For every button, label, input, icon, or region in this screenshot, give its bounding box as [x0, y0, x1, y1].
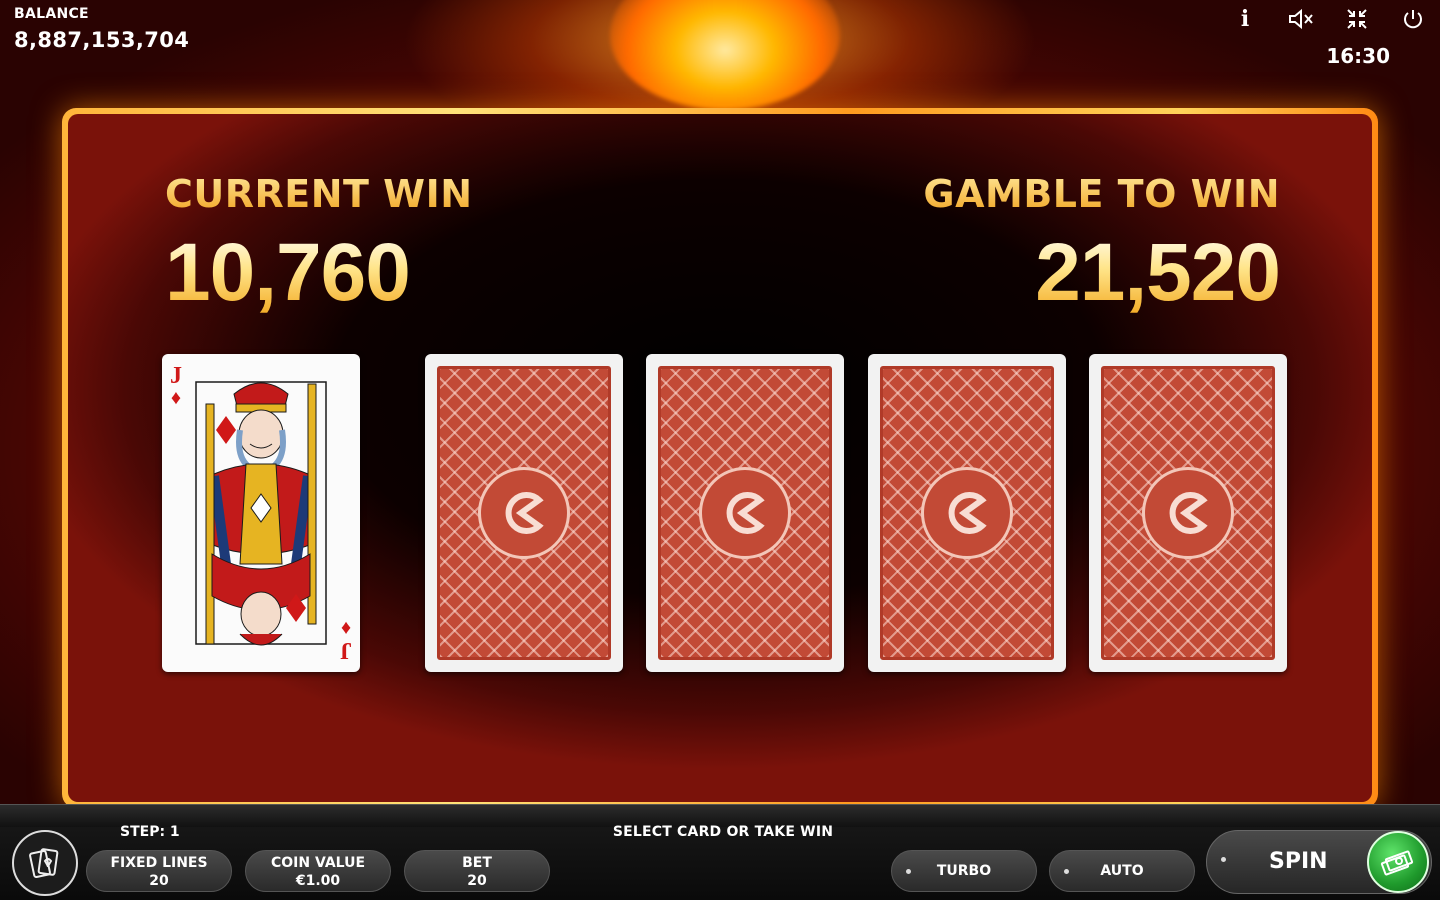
sound-muted-icon[interactable] [1284, 6, 1318, 32]
clock: 16:30 [1326, 44, 1390, 68]
balance-label: BALANCE [14, 6, 89, 22]
spin-indicator-dot [1221, 857, 1226, 862]
card-back-pattern [1101, 366, 1275, 660]
balance-value: 8,887,153,704 [14, 28, 190, 52]
face-down-card-4[interactable] [1089, 354, 1287, 672]
current-win-label: CURRENT WIN [165, 172, 473, 216]
card-corner-bottom: J ♦ [340, 617, 352, 663]
auto-button[interactable]: AUTO [1049, 850, 1195, 892]
flaming-sun-decoration [610, 0, 840, 110]
turbo-label: TURBO [936, 863, 992, 879]
bet-label: BET [462, 855, 492, 871]
spin-label: SPIN [1269, 849, 1328, 874]
face-down-card-2[interactable] [646, 354, 844, 672]
gamble-cards-button[interactable] [12, 830, 78, 896]
coin-value-button[interactable]: COIN VALUE €1.00 [245, 850, 391, 892]
jack-illustration [195, 381, 327, 646]
card-suit: ♦ [170, 387, 182, 409]
bet-button[interactable]: BET 20 [404, 850, 550, 892]
card-corner-top: J ♦ [170, 364, 182, 408]
collapse-icon[interactable] [1340, 6, 1374, 32]
card-suit: ♦ [340, 617, 352, 639]
cards-heart-icon [29, 848, 59, 879]
dealer-card-jack-of-diamonds: J ♦ J ♦ [162, 354, 360, 672]
auto-label: AUTO [1100, 863, 1144, 879]
gamble-panel-inner: CURRENT WIN 10,760 GAMBLE TO WIN 21,520 … [68, 114, 1372, 802]
fixed-lines-label: FIXED LINES [110, 855, 208, 871]
card-back-logo-icon [478, 467, 570, 559]
fixed-lines-value: 20 [149, 873, 169, 889]
fixed-lines-display: FIXED LINES 20 [86, 850, 232, 892]
info-icon[interactable]: i [1228, 6, 1262, 32]
card-rank: J [170, 363, 182, 389]
gamble-to-win-value: 21,520 [1035, 227, 1281, 318]
card-back-logo-icon [699, 467, 791, 559]
card-back-pattern [658, 366, 832, 660]
turbo-button[interactable]: TURBO [891, 850, 1037, 892]
take-win-money-icon[interactable] [1367, 831, 1429, 893]
coin-value-value: €1.00 [295, 873, 341, 889]
gamble-to-win-label: GAMBLE TO WIN [923, 172, 1280, 216]
card-back-pattern [880, 366, 1054, 660]
top-toolbar: i [1228, 6, 1430, 32]
balance-display: BALANCE 8,887,153,704 [14, 6, 189, 52]
face-down-card-3[interactable] [868, 354, 1066, 672]
bet-value: 20 [467, 873, 487, 889]
spin-button[interactable]: SPIN [1206, 830, 1432, 894]
current-win-value: 10,760 [165, 227, 411, 318]
power-icon[interactable] [1396, 6, 1430, 32]
face-down-card-1[interactable] [425, 354, 623, 672]
info-glyph: i [1240, 6, 1250, 32]
coin-value-label: COIN VALUE [270, 855, 366, 871]
card-rank: J [340, 637, 352, 663]
control-bar: STEP: 1 SELECT CARD OR TAKE WIN FIXED LI… [0, 804, 1440, 900]
card-back-logo-icon [1142, 467, 1234, 559]
gamble-panel: CURRENT WIN 10,760 GAMBLE TO WIN 21,520 … [62, 108, 1378, 808]
card-back-logo-icon [921, 467, 1013, 559]
card-back-pattern [437, 366, 611, 660]
